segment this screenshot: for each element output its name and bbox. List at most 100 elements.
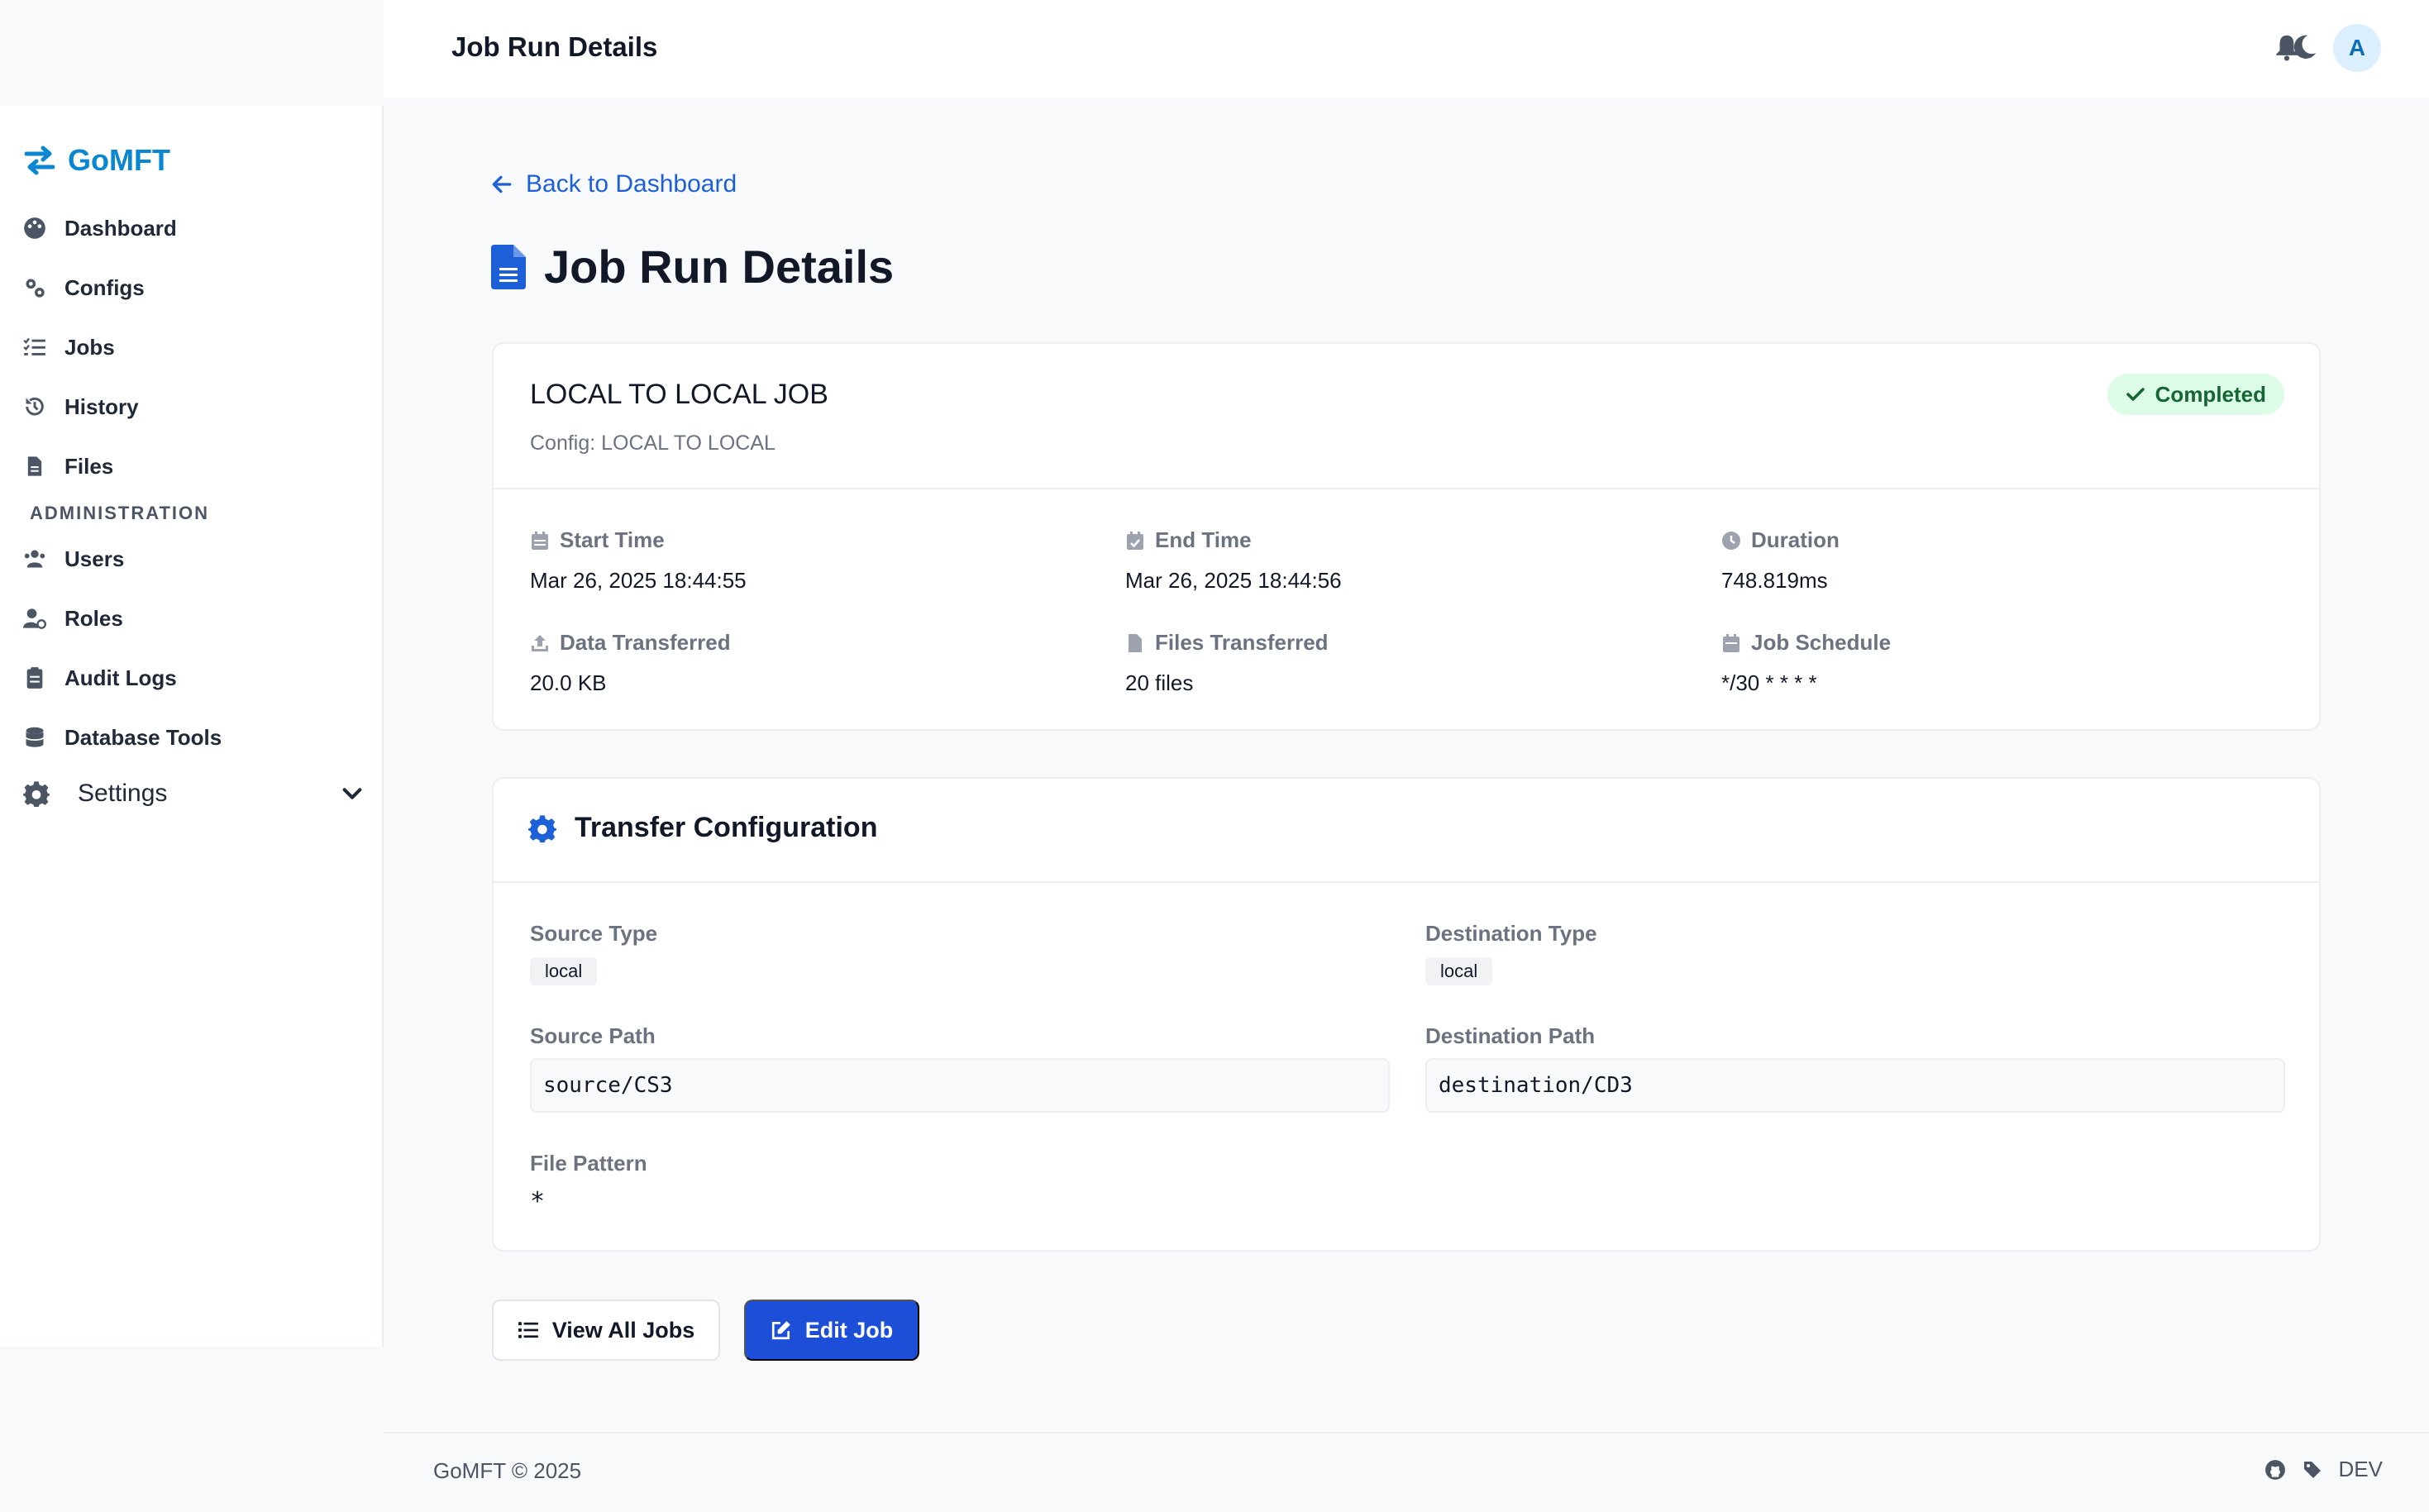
upload-icon — [532, 634, 548, 651]
stat-label: Data Transferred — [560, 630, 731, 655]
header-title: Job Run Details — [451, 31, 658, 62]
job-config: Config: LOCAL TO LOCAL — [530, 432, 775, 455]
stat-files-transferred: Files Transferred 20 files — [1125, 630, 1329, 696]
sidebar-item-label: Files — [64, 453, 114, 479]
file-pattern-value: * — [530, 1187, 546, 1216]
list-icon — [518, 1322, 538, 1338]
stat-value: */30 * * * * — [1721, 670, 1817, 695]
divider — [494, 881, 2319, 883]
status-label: Completed — [2155, 381, 2266, 407]
calendar-icon — [532, 531, 548, 550]
file-icon — [27, 456, 42, 476]
job-name: LOCAL TO LOCAL JOB — [530, 379, 828, 410]
source-type-chip: local — [530, 957, 598, 985]
cogs-icon — [26, 279, 45, 298]
stat-job-schedule: Job Schedule */30 * * * * — [1721, 630, 1891, 696]
stat-label: End Time — [1155, 527, 1252, 552]
back-link-label: Back to Dashboard — [526, 170, 737, 198]
stat-end-time: End Time Mar 26, 2025 18:44:56 — [1125, 527, 1342, 594]
sidebar-item-label: History — [64, 394, 139, 419]
sidebar-item-audit-logs[interactable]: Audit Logs — [23, 658, 177, 698]
back-to-dashboard-link[interactable]: Back to Dashboard — [491, 170, 737, 198]
sidebar-item-settings[interactable]: Settings — [23, 770, 364, 817]
user-cog-icon — [23, 608, 46, 629]
edit-job-button[interactable]: Edit Job — [744, 1300, 919, 1361]
sidebar-item-label: Database Tools — [64, 724, 222, 750]
stat-value: 748.819ms — [1721, 568, 1828, 593]
button-label: Edit Job — [804, 1317, 894, 1343]
calendar-icon — [1723, 633, 1739, 652]
stat-label: Job Schedule — [1751, 630, 1892, 655]
sidebar-item-roles[interactable]: Roles — [23, 599, 123, 638]
palette-icon — [24, 217, 45, 239]
bell-icon[interactable] — [2273, 33, 2301, 61]
database-icon — [25, 727, 45, 747]
github-icon[interactable] — [2264, 1459, 2286, 1481]
section-title-text: Transfer Configuration — [575, 812, 878, 843]
brand-name: GoMFT — [68, 143, 170, 177]
gear-icon — [23, 781, 50, 807]
dest-path-label: Destination Path — [1425, 1023, 1596, 1048]
tag-icon — [2303, 1461, 2321, 1478]
page-title: Job Run Details — [491, 240, 894, 293]
stat-start-time: Start Time Mar 26, 2025 18:44:55 — [530, 527, 747, 594]
stat-value: 20.0 KB — [530, 670, 607, 695]
sidebar-item-dashboard[interactable]: Dashboard — [23, 208, 177, 248]
stat-value: Mar 26, 2025 18:44:56 — [1125, 568, 1342, 593]
sidebar-item-label: Dashboard — [64, 215, 177, 241]
dest-path-field[interactable]: destination/CD3 — [1425, 1058, 2285, 1113]
sidebar-item-history[interactable]: History — [23, 387, 139, 427]
file-pattern-label: File Pattern — [530, 1151, 647, 1176]
stat-value: 20 files — [1125, 670, 1194, 695]
env-label: DEV — [2338, 1457, 2383, 1481]
stat-label: Files Transferred — [1155, 630, 1329, 655]
check-icon — [2126, 388, 2145, 401]
stat-data-transferred: Data Transferred 20.0 KB — [530, 630, 731, 696]
sidebar-item-label: Audit Logs — [64, 665, 177, 690]
users-icon — [24, 550, 45, 568]
stat-label: Start Time — [560, 527, 665, 552]
avatar[interactable]: A — [2333, 24, 2381, 72]
sidebar: GoMFT Dashboard Configs Jobs History Fil… — [0, 106, 384, 1347]
transfer-config-card: Transfer Configuration Source Type local… — [492, 777, 2321, 1252]
stat-value: Mar 26, 2025 18:44:55 — [530, 568, 747, 593]
calendar-check-icon — [1127, 531, 1143, 550]
footer-copyright: GoMFT © 2025 — [433, 1458, 582, 1483]
sidebar-item-database-tools[interactable]: Database Tools — [23, 718, 222, 757]
source-path-label: Source Path — [530, 1023, 656, 1048]
admin-section-heading: ADMINISTRATION — [30, 503, 210, 523]
page-title-text: Job Run Details — [544, 241, 895, 293]
file-icon — [1129, 633, 1142, 652]
section-title: Transfer Configuration — [528, 812, 877, 844]
chevron-down-icon[interactable] — [341, 782, 364, 805]
sidebar-item-users[interactable]: Users — [23, 539, 124, 579]
sidebar-item-label: Configs — [64, 274, 145, 300]
job-summary-card: LOCAL TO LOCAL JOB Config: LOCAL TO LOCA… — [492, 342, 2321, 731]
document-icon — [491, 244, 526, 289]
source-type-label: Source Type — [530, 921, 658, 946]
top-bar: Job Run Details A — [384, 0, 2429, 98]
divider — [494, 488, 2319, 489]
clock-icon — [1722, 531, 1740, 550]
dest-type-chip: local — [1425, 957, 1493, 985]
settings-label: Settings — [78, 780, 168, 807]
footer-right: DEV — [2264, 1457, 2383, 1482]
sidebar-item-jobs[interactable]: Jobs — [23, 327, 115, 367]
view-all-jobs-button[interactable]: View All Jobs — [492, 1300, 720, 1361]
stat-label: Duration — [1751, 527, 1840, 552]
source-path-field[interactable]: source/CS3 — [530, 1058, 1390, 1113]
sidebar-item-label: Jobs — [64, 334, 115, 360]
footer: GoMFT © 2025 DEV — [384, 1432, 2429, 1512]
status-badge: Completed — [2107, 374, 2284, 415]
history-icon — [26, 397, 44, 416]
clipboard-icon — [26, 667, 43, 689]
sidebar-header-spacer — [0, 0, 384, 106]
dest-type-label: Destination Type — [1425, 921, 1597, 946]
button-label: View All Jobs — [551, 1317, 695, 1343]
sidebar-item-label: Roles — [64, 605, 123, 631]
sidebar-item-files[interactable]: Files — [23, 446, 113, 486]
stat-duration: Duration 748.819ms — [1721, 527, 1840, 594]
tasks-icon — [23, 337, 45, 355]
sidebar-item-configs[interactable]: Configs — [23, 268, 145, 308]
brand-logo[interactable]: GoMFT — [23, 137, 170, 184]
